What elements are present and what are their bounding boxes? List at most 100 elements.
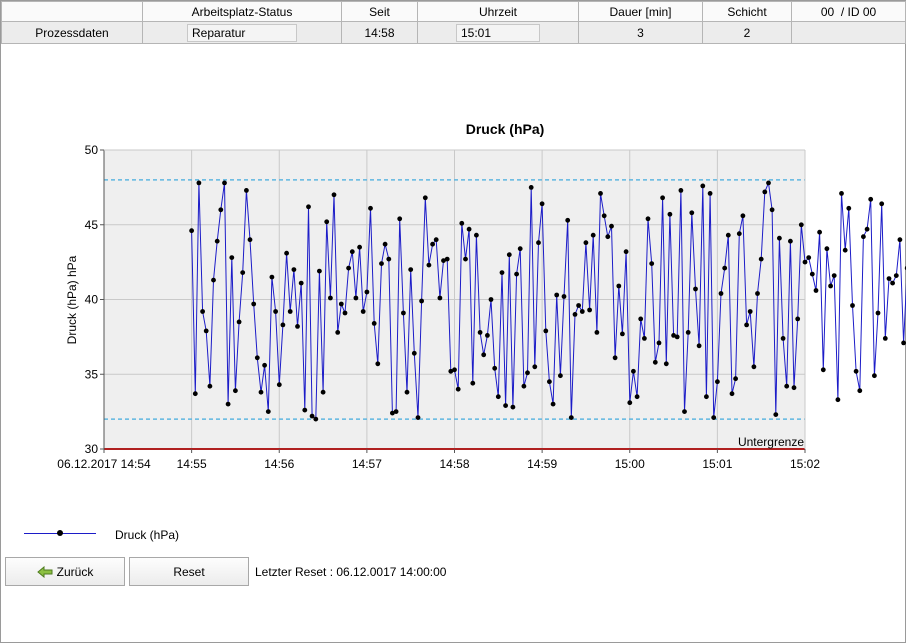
data-point [466, 226, 472, 232]
data-point [733, 376, 738, 382]
pressure-chart: Druck (hPa) 06.12.2017 14:54 14:55 14:56 14… [57, 121, 906, 471]
data-point [729, 391, 735, 397]
data-point [265, 409, 271, 414]
data-point [773, 412, 779, 417]
data-point [470, 380, 476, 386]
header-id: 00 / ID 00 [791, 1, 906, 22]
data-point [528, 185, 534, 190]
data-point [481, 352, 487, 358]
data-point [813, 288, 819, 293]
data-point [642, 336, 647, 341]
data-point [353, 295, 359, 301]
data-point [510, 404, 516, 410]
data-point [433, 237, 439, 243]
data-point [192, 391, 198, 397]
data-point [802, 259, 808, 265]
data-point [514, 271, 519, 277]
data-point [419, 298, 424, 304]
arbeitsplatz-status-field: Reparatur [187, 23, 297, 42]
data-point [627, 400, 633, 406]
header-seit: Seit [341, 1, 418, 22]
data-point [477, 330, 483, 335]
data-point [492, 365, 498, 371]
data-point [769, 207, 775, 213]
data-point [302, 407, 308, 413]
data-point [758, 256, 764, 262]
data-point [875, 310, 881, 316]
back-button[interactable]: Zurück [5, 557, 125, 586]
data-point [853, 368, 859, 374]
data-point [379, 261, 384, 266]
data-point [565, 217, 571, 223]
x-tick-label: 14:58 [439, 457, 469, 471]
status-value-row: Prozessdaten Reparatur 14:58 15:01 3 2 [1, 21, 906, 44]
data-point [795, 316, 801, 322]
data-point [459, 220, 465, 226]
data-point [601, 213, 607, 219]
data-point [229, 255, 235, 260]
legend-marker [57, 530, 63, 536]
data-point [594, 330, 600, 335]
dauer-value: 3 [578, 21, 703, 44]
data-point [616, 283, 622, 289]
data-point [828, 283, 833, 289]
data-point [503, 403, 508, 408]
data-point [532, 364, 538, 370]
data-point [798, 222, 804, 228]
data-point [280, 322, 286, 328]
data-point [707, 191, 713, 196]
reset-button[interactable]: Reset [129, 557, 249, 586]
data-point [857, 388, 863, 394]
data-point [218, 207, 224, 213]
chart-title: Druck (hPa) [466, 121, 545, 137]
data-point [587, 307, 592, 313]
data-point [295, 324, 300, 329]
data-point [660, 195, 665, 201]
data-point [824, 246, 830, 252]
data-point [890, 280, 895, 286]
data-point [864, 226, 870, 232]
data-point [612, 355, 618, 361]
data-point [254, 355, 260, 361]
x-tick-label: 15:00 [615, 457, 645, 471]
data-point [342, 310, 348, 316]
data-point [820, 367, 826, 373]
data-point [401, 310, 406, 316]
data-point [631, 368, 636, 374]
data-point [736, 231, 742, 237]
data-point [258, 389, 264, 395]
data-point [474, 232, 479, 238]
data-point [349, 249, 355, 255]
header-uhrzeit: Uhrzeit [417, 1, 579, 22]
y-axis-label: Druck (hPa) hPa [65, 255, 79, 344]
data-point [886, 276, 892, 281]
header-dauer: Dauer [min] [578, 1, 703, 22]
data-point [678, 188, 684, 193]
x-tick-label: 15:01 [702, 457, 732, 471]
data-point [839, 191, 844, 196]
x-tick-label: 14:57 [352, 457, 382, 471]
data-point [879, 201, 885, 207]
data-point [861, 234, 866, 240]
data-point [590, 232, 596, 238]
data-point [430, 241, 435, 247]
data-point [784, 383, 790, 389]
data-point [273, 309, 278, 314]
header-arbeitsplatz-status: Arbeitsplatz-Status [142, 1, 342, 22]
data-point [649, 261, 655, 266]
y-tick-label: 30 [85, 442, 99, 456]
data-point [740, 213, 746, 219]
data-point [667, 211, 673, 217]
data-point [576, 303, 581, 308]
data-point [488, 297, 494, 302]
data-point [897, 237, 903, 243]
y-tick-label: 50 [85, 143, 99, 157]
data-point [426, 262, 432, 268]
y-tick-label: 35 [85, 367, 99, 381]
data-point [620, 331, 625, 337]
data-point [506, 252, 512, 258]
data-point [835, 397, 841, 403]
data-point [525, 370, 530, 376]
data-point [485, 333, 490, 338]
reset-button-label: Reset [173, 564, 205, 579]
